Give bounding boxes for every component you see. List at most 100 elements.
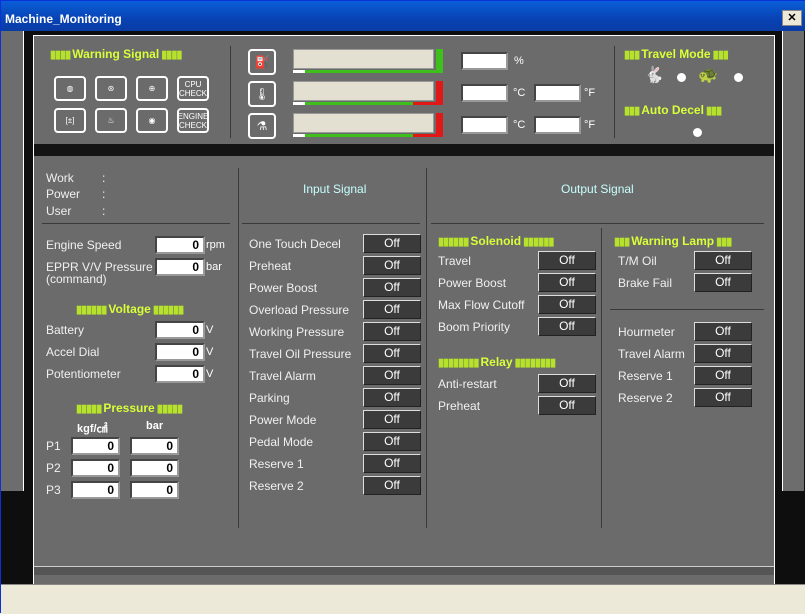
input-signal-status-button[interactable]: Off	[363, 388, 421, 407]
panel-divider	[34, 144, 774, 156]
solenoid-status-button[interactable]: Off	[538, 251, 596, 270]
relay-status-button[interactable]: Off	[538, 396, 596, 415]
input-signal-status-button[interactable]: Off	[363, 256, 421, 275]
colon: :	[102, 171, 106, 185]
battery-charge-icon: [±]	[54, 108, 86, 133]
output-status-button[interactable]: Off	[694, 366, 752, 385]
work-label: Work	[46, 171, 74, 185]
voltage-unit: V	[206, 368, 214, 380]
output-label: Hourmeter	[618, 325, 675, 339]
relay-header: ▮▮▮▮▮▮▮▮ Relay ▮▮▮▮▮▮▮▮	[438, 355, 556, 369]
hydraulic-celsius-value	[461, 116, 508, 134]
input-signal-status-button[interactable]: Off	[363, 454, 421, 473]
travel-mode-low-indicator	[734, 73, 743, 82]
input-signal-status-button[interactable]: Off	[363, 234, 421, 253]
divider	[610, 309, 764, 310]
p1-kgf-value: 0	[71, 437, 120, 455]
accel-dial-label: Accel Dial	[46, 345, 100, 359]
p2-label: P2	[46, 461, 61, 475]
fuel-gauge	[293, 49, 443, 73]
input-signal-label: Reserve 2	[249, 479, 304, 493]
input-signal-status-button[interactable]: Off	[363, 278, 421, 297]
output-status-button[interactable]: Off	[694, 388, 752, 407]
input-signal-label: Working Pressure	[249, 325, 345, 339]
status-bar	[1, 584, 805, 614]
divider	[42, 223, 230, 224]
input-signal-status-button[interactable]: Off	[363, 432, 421, 451]
engine-oil-pressure-icon: ◍	[54, 76, 86, 101]
engine-check-icon: ENGINE CHECK	[177, 108, 209, 133]
solenoid-status-button[interactable]: Off	[538, 273, 596, 292]
hydraulic-celsius-unit: °C	[513, 119, 526, 131]
coolant-celsius-unit: °C	[513, 87, 526, 99]
solenoid-label: Boom Priority	[438, 320, 511, 334]
colon: :	[102, 204, 106, 218]
input-signal-status-button[interactable]: Off	[363, 366, 421, 385]
p2-kgf-value: 0	[71, 459, 120, 477]
warning-lamp-label: T/M Oil	[618, 254, 657, 268]
warning-lamp-label: Brake Fail	[618, 276, 673, 290]
solenoid-status-button[interactable]: Off	[538, 317, 596, 336]
coolant-fahrenheit-unit: °F	[584, 87, 596, 99]
input-signal-label: Overload Pressure	[249, 303, 350, 317]
power-label: Power	[46, 187, 81, 201]
output-signal-title: Output Signal	[561, 182, 634, 196]
close-icon: ✕	[787, 12, 797, 24]
input-signal-status-button[interactable]: Off	[363, 344, 421, 363]
fuel-unit: %	[514, 55, 524, 67]
input-signal-status-button[interactable]: Off	[363, 300, 421, 319]
input-signal-label: Reserve 1	[249, 457, 304, 471]
warning-lamp-header: ▮▮▮ Warning Lamp ▮▮▮	[614, 234, 732, 248]
output-status-button[interactable]: Off	[694, 344, 752, 363]
input-signal-status-button[interactable]: Off	[363, 410, 421, 429]
warning-lamp-status-button[interactable]: Off	[694, 251, 752, 270]
divider	[426, 168, 427, 528]
potentiometer-value: 0	[155, 365, 205, 383]
warning-lamp-status-button[interactable]: Off	[694, 273, 752, 292]
pressure-header: ▮▮▮▮▮ Pressure ▮▮▮▮▮	[76, 401, 183, 415]
p3-bar-value: 0	[130, 481, 179, 499]
input-signal-label: Preheat	[249, 259, 292, 273]
window-title: Machine_Monitoring	[5, 12, 122, 26]
input-signal-label: Travel Oil Pressure	[249, 347, 352, 361]
pressure-bar-header: bar	[146, 420, 164, 432]
auto-decel-indicator	[693, 128, 702, 137]
colon: :	[102, 187, 106, 201]
relay-status-button[interactable]: Off	[538, 374, 596, 393]
coolant-fahrenheit-value	[534, 84, 581, 102]
solenoid-label: Max Flow Cutoff	[438, 298, 525, 312]
p3-label: P3	[46, 483, 61, 497]
battery-label: Battery	[46, 323, 85, 337]
input-signal-status-button[interactable]: Off	[363, 322, 421, 341]
warning-signal-header: ▮▮▮▮ Warning Signal ▮▮▮▮	[50, 47, 182, 61]
hydraulic-fahrenheit-unit: °F	[584, 119, 596, 131]
solenoid-label: Travel	[438, 254, 471, 268]
divider	[431, 223, 764, 224]
left-frame	[1, 31, 24, 491]
solenoid-status-button[interactable]: Off	[538, 295, 596, 314]
cpu-check-icon: CPU CHECK	[177, 76, 209, 101]
hydraulic-oil-icon: ◉	[136, 108, 168, 133]
travel-mode-high-indicator	[677, 73, 686, 82]
rabbit-icon: 🐇	[644, 67, 664, 84]
fuel-icon: ⛽	[248, 49, 276, 75]
coolant-celsius-value	[461, 84, 508, 102]
voltage-unit: V	[206, 346, 214, 358]
p1-bar-value: 0	[130, 437, 179, 455]
engine-oil-icon: ⊕	[136, 76, 168, 101]
output-status-button[interactable]: Off	[694, 322, 752, 341]
app-window: Machine_Monitoring ✕ ▮▮▮▮ Warning Signal…	[0, 0, 805, 614]
input-signal-status-button[interactable]: Off	[363, 476, 421, 495]
engine-speed-unit: rpm	[206, 239, 225, 251]
coolant-temp-icon: ♨	[95, 108, 127, 133]
monitor-panel: ▮▮▮▮ Warning Signal ▮▮▮▮ ◍ ⊛ ⊕ CPU CHECK …	[33, 35, 775, 587]
close-button[interactable]: ✕	[782, 10, 802, 26]
divider	[242, 223, 420, 224]
p3-kgf-value: 0	[71, 481, 120, 499]
input-signal-label: Pedal Mode	[249, 435, 314, 449]
input-signal-title: Input Signal	[303, 182, 367, 196]
divider	[601, 228, 602, 528]
solenoid-header: ▮▮▮▮▮▮ Solenoid ▮▮▮▮▮▮	[438, 234, 554, 248]
hydraulic-oil-gauge	[293, 113, 443, 137]
relay-label: Preheat	[438, 399, 481, 413]
